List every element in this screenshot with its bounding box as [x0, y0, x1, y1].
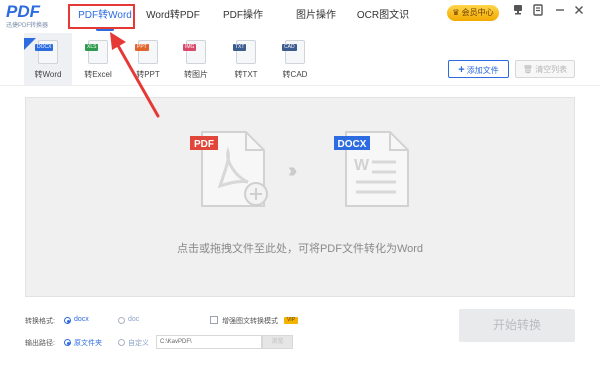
format-label: 转换格式: — [25, 318, 55, 325]
message-icon[interactable] — [531, 4, 545, 18]
pdf-document-icon: PDF — [190, 131, 268, 207]
docx-document-icon: W DOCX — [334, 131, 409, 207]
enhance-mode-label[interactable]: 增强图文转换模式 — [222, 316, 278, 326]
tab-pdf-operations[interactable]: PDF操作 — [217, 0, 269, 32]
double-chevron-icon: ›› — [288, 160, 298, 182]
plus-icon: + — [458, 64, 465, 76]
enhance-mode-checkbox[interactable] — [210, 316, 218, 324]
tab-word-to-pdf[interactable]: Word转PDF — [143, 0, 203, 32]
vip-tag: VIP — [284, 317, 298, 324]
file-drop-zone[interactable] — [25, 97, 575, 297]
clear-list-label: 清空列表 — [535, 65, 568, 74]
app-logo: PDF — [6, 2, 40, 21]
pdf-badge: PDF — [194, 139, 214, 150]
tool-label: 转Word — [34, 70, 62, 79]
image-file-icon: IMG — [183, 40, 206, 64]
cad-file-icon: CAD — [282, 40, 305, 64]
start-convert-button[interactable]: 开始转换 — [459, 309, 575, 342]
format-docx-radio[interactable] — [64, 317, 71, 324]
tool-to-cad[interactable]: CAD 转CAD — [272, 40, 318, 80]
txt-file-icon: TXT — [233, 40, 256, 64]
tab-ocr[interactable]: OCR图文识别 — [354, 0, 412, 53]
tool-label: 转TXT — [234, 70, 258, 79]
format-doc-radio[interactable] — [118, 317, 125, 324]
docx-badge: DOCX — [338, 139, 367, 150]
vip-center-button[interactable]: ♛ 会员中心 — [447, 5, 499, 21]
browse-button[interactable]: 浏览 — [262, 335, 293, 349]
clear-list-button[interactable]: 🗑 清空列表 — [515, 60, 575, 78]
tool-to-image[interactable]: IMG 转图片 — [173, 40, 219, 80]
add-file-label: 添加文件 — [466, 66, 499, 75]
tool-label: 转图片 — [184, 70, 208, 79]
crown-icon: ♛ — [452, 8, 460, 17]
app-logo-subtitle: 迅捷PDF转换器 — [6, 23, 49, 29]
format-doc-label[interactable]: doc — [128, 316, 139, 323]
tool-label: 转CAD — [282, 70, 308, 79]
close-icon[interactable] — [572, 4, 586, 18]
tool-to-txt[interactable]: TXT 转TXT — [223, 40, 269, 80]
output-path-label: 输出路径: — [25, 340, 55, 347]
output-custom-label[interactable]: 自定义 — [128, 338, 149, 348]
tab-image-operations[interactable]: 图片操作 — [291, 0, 341, 32]
drop-zone-hint: 点击或拖拽文件至此处，可将PDF文件转化为Word — [176, 243, 424, 255]
new-corner-tag — [24, 38, 36, 50]
format-docx-label[interactable]: docx — [74, 316, 89, 323]
trash-icon: 🗑 — [522, 65, 533, 74]
annotation-highlight-box — [68, 4, 135, 29]
user-icon[interactable] — [511, 4, 525, 18]
add-file-button[interactable]: + 添加文件 — [448, 60, 509, 78]
annotation-arrow-icon — [110, 32, 160, 118]
output-custom-radio[interactable] — [118, 339, 125, 346]
output-source-folder-radio[interactable] — [64, 339, 71, 346]
svg-text:W: W — [354, 157, 370, 174]
vip-center-label: 会员中心 — [461, 8, 494, 17]
output-path-field[interactable]: C:\KavPDF\ — [156, 335, 262, 349]
docx-file-icon: DOCX — [35, 40, 58, 64]
output-source-folder-label[interactable]: 原文件夹 — [74, 338, 102, 348]
minimize-icon[interactable] — [553, 4, 567, 18]
